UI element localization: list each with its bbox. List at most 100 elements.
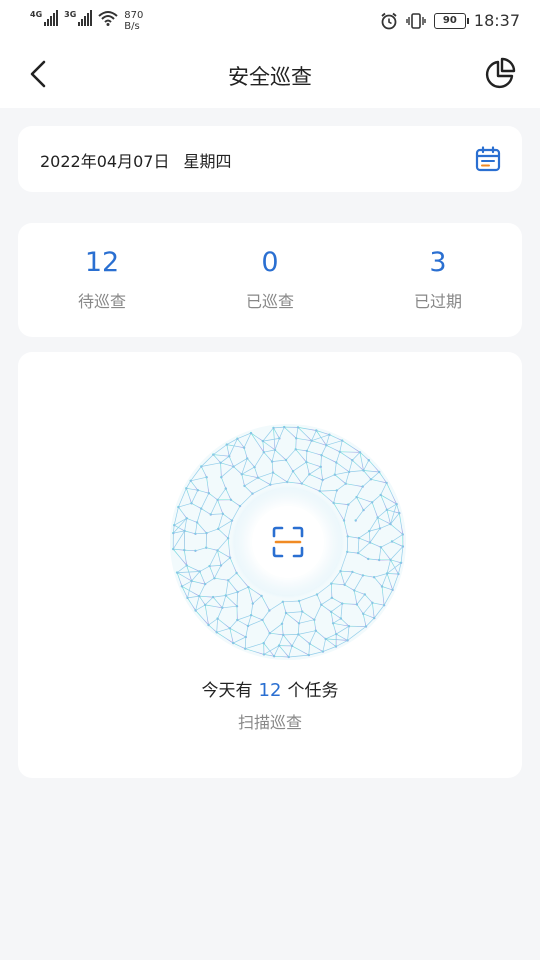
globe-mesh-node <box>196 489 199 492</box>
globe-mesh-node <box>308 642 311 645</box>
globe-mesh-node <box>346 639 349 642</box>
signal-bars-icon <box>78 10 93 26</box>
stat-pending-label: 待巡查 <box>77 292 126 311</box>
globe-mesh-node <box>194 609 197 612</box>
globe-mesh-node <box>389 522 392 526</box>
globe-mesh-node <box>378 527 382 530</box>
weekday-value: 星期四 <box>183 152 232 171</box>
calendar-icon[interactable] <box>474 145 502 173</box>
stat-expired[interactable]: 3 已过期 <box>354 223 522 337</box>
stat-expired-count: 3 <box>429 247 447 278</box>
globe-mesh-node <box>216 498 219 502</box>
date-card[interactable]: 2022年04月07日 星期四 <box>18 126 522 192</box>
globe-mesh-node <box>219 461 222 464</box>
stat-pending[interactable]: 12 待巡查 <box>18 223 186 337</box>
globe-mesh-node <box>186 596 189 600</box>
globe-mesh-node <box>301 610 304 613</box>
globe-mesh-node <box>351 459 354 462</box>
globe-mesh-node <box>287 655 290 659</box>
globe-mesh-line <box>339 451 361 453</box>
globe-mesh-node <box>211 595 215 599</box>
globe-mesh-node <box>391 588 394 592</box>
globe-mesh-node <box>205 531 208 535</box>
stat-done[interactable]: 0 已巡查 <box>186 223 354 337</box>
globe-mesh-line <box>387 573 399 575</box>
globe-mesh-node <box>363 593 366 596</box>
globe-mesh-node <box>253 465 256 469</box>
globe-mesh-node <box>347 503 350 506</box>
globe-mesh-node <box>319 465 322 468</box>
app-header: 安全巡查 <box>0 44 540 108</box>
globe-mesh-node <box>367 459 370 462</box>
globe-mesh-node <box>261 618 264 622</box>
globe-mesh-node <box>173 524 176 527</box>
globe-mesh-node <box>175 571 179 574</box>
globe-mesh-node <box>290 644 294 648</box>
globe-mesh-node <box>335 632 338 636</box>
globe-mesh-node <box>347 625 351 628</box>
globe-mesh-node <box>335 489 338 492</box>
globe-mesh-node <box>224 594 227 597</box>
globe-mesh-node <box>216 549 219 552</box>
globe-mesh-node <box>398 511 401 515</box>
globe-mesh-node <box>310 439 313 442</box>
task-summary-suffix: 个任务 <box>287 681 339 701</box>
globe-mesh-node <box>262 641 265 645</box>
globe-mesh-node <box>395 502 398 506</box>
globe-mesh-node <box>212 453 215 456</box>
globe-mesh-node <box>232 465 235 468</box>
stat-done-label: 已巡查 <box>245 292 294 311</box>
globe-mesh-node <box>235 605 239 608</box>
network-speed-unit: B/s <box>124 21 140 32</box>
globe-mesh-node <box>172 531 175 535</box>
globe-mesh-node <box>367 557 370 561</box>
globe-mesh-line <box>283 634 299 636</box>
globe-mesh-node <box>331 622 335 625</box>
globe-mesh-node <box>251 602 254 605</box>
pie-chart-icon[interactable] <box>482 56 518 92</box>
globe-mesh-node <box>256 476 260 479</box>
wifi-icon <box>98 11 118 26</box>
globe-mesh-node <box>278 437 281 440</box>
scan-icon <box>272 526 304 558</box>
globe-mesh-node <box>362 469 365 472</box>
stat-pending-count: 12 <box>84 247 120 278</box>
globe-mesh-node <box>335 461 338 464</box>
globe-mesh-node <box>185 517 188 520</box>
scan-card: 今天有 12 个任务 扫描巡查 <box>18 352 522 778</box>
globe-mesh-node <box>183 548 186 552</box>
globe-mesh-node <box>330 596 334 599</box>
globe-mesh-node <box>242 446 246 449</box>
globe-mesh-node <box>378 470 381 474</box>
globe-mesh-node <box>284 458 288 462</box>
globe-mesh-node <box>262 653 266 656</box>
globe-mesh-node <box>203 582 207 586</box>
globe-mesh-node <box>205 546 208 549</box>
globe-mesh-node <box>291 470 295 473</box>
scan-action-label[interactable]: 扫描巡查 <box>18 709 522 733</box>
globe-mesh-node <box>282 633 285 637</box>
globe-mesh-node <box>297 633 300 636</box>
globe-mesh-node <box>232 641 235 645</box>
globe-mesh-node <box>376 516 379 519</box>
scan-button[interactable] <box>252 506 324 578</box>
globe-mesh-node <box>379 546 383 549</box>
globe-mesh-node <box>364 625 368 628</box>
alarm-clock-icon <box>381 12 397 29</box>
globe-mesh-node <box>339 617 343 620</box>
globe-mesh-node <box>280 622 284 625</box>
globe-mesh-node <box>198 594 201 598</box>
globe-mesh-line <box>295 438 297 450</box>
globe-mesh-node <box>333 473 336 476</box>
globe-mesh-node <box>283 425 286 429</box>
globe-mesh-node <box>325 444 328 447</box>
globe-mesh-node <box>198 570 201 573</box>
globe-mesh-node <box>305 460 308 464</box>
globe-mesh-node <box>401 545 405 548</box>
globe-mesh-node <box>220 476 223 479</box>
globe-mesh-node <box>243 484 246 488</box>
globe-mesh-node <box>217 527 220 531</box>
globe-mesh-node <box>227 579 230 582</box>
globe-mesh-node <box>351 570 354 574</box>
globe-mesh-node <box>207 492 210 495</box>
